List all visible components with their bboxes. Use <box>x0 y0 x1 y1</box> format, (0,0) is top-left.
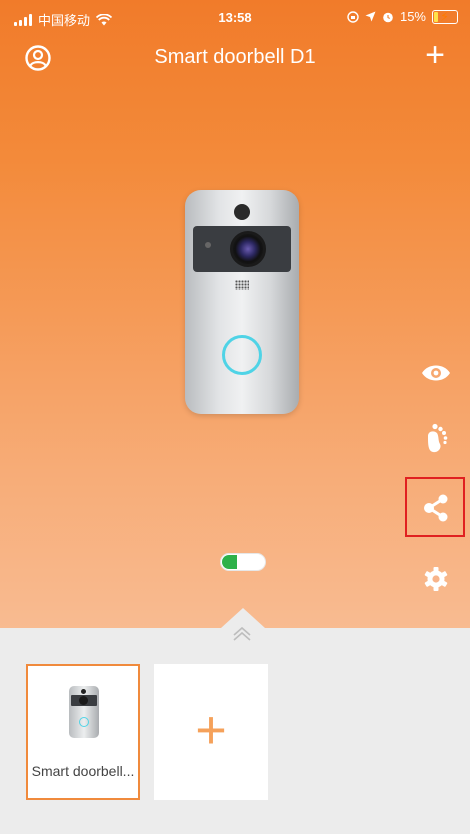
add-device-button[interactable]: + <box>418 38 452 72</box>
device-card-label: Smart doorbell... <box>31 763 135 779</box>
camera-lens <box>230 231 266 267</box>
page-title: Smart doorbell D1 <box>154 46 316 68</box>
settings-gear-icon[interactable] <box>418 561 454 597</box>
speaker-grille <box>235 280 249 290</box>
top-nav-bar: Smart doorbell D1 + <box>0 36 470 82</box>
device-card-smart-doorbell[interactable]: Smart doorbell... <box>26 664 140 800</box>
chevron-up-double-icon[interactable] <box>231 625 253 643</box>
alarm-icon <box>383 12 393 22</box>
status-bar: 中国移动 13:58 15% ⚡ <box>0 0 470 36</box>
eye-icon[interactable] <box>418 355 454 391</box>
battery-icon: ⚡ <box>432 9 458 24</box>
doorbell-device-image <box>185 190 299 414</box>
sensor-dot <box>234 204 250 220</box>
add-device-card[interactable]: + <box>154 664 268 800</box>
footprint-icon[interactable] <box>418 420 454 456</box>
doorbell-thumbnail <box>69 686 99 738</box>
camera-panel <box>193 226 291 272</box>
add-device-plus: + <box>195 700 227 760</box>
toggle-knob <box>222 555 237 569</box>
orientation-lock-icon <box>347 10 359 23</box>
share-highlight-box <box>405 477 465 537</box>
doorbell-button-ring <box>222 335 262 375</box>
location-arrow-icon <box>365 11 376 22</box>
device-power-toggle[interactable] <box>220 553 266 571</box>
battery-percent: 15% <box>399 9 426 24</box>
